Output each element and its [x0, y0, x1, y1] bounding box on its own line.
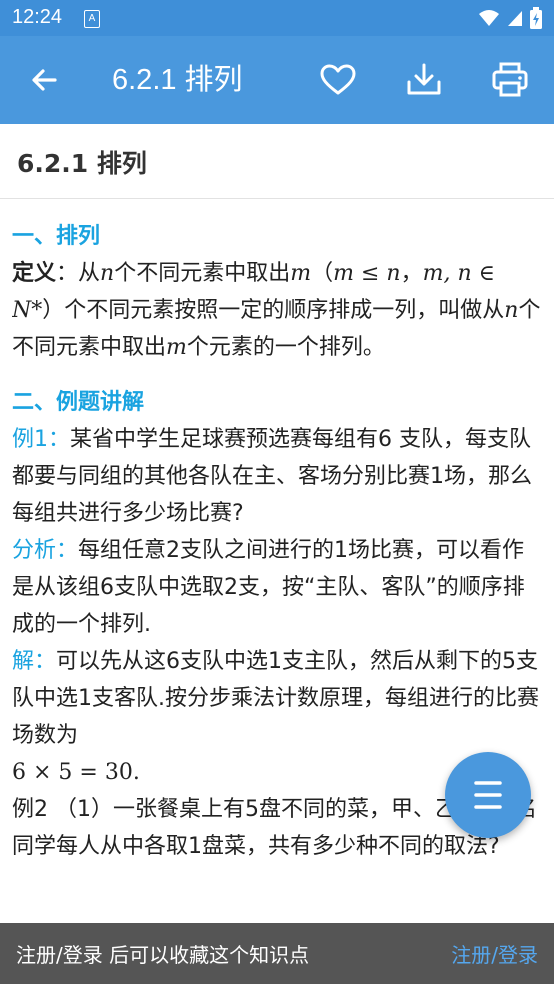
math-m-le-n: m ≤ n: [333, 261, 401, 286]
math-n-2: n: [504, 298, 519, 323]
menu-list-icon: [474, 781, 502, 809]
definition-colon: ：: [56, 261, 79, 286]
page-title: 6.2.1 排列: [17, 149, 147, 178]
definition-text-2: 个不同元素中取出: [114, 261, 291, 286]
app-bar-title: 6.2.1 排列: [112, 64, 243, 96]
definition-text-5: ）个不同元素按照一定的顺序排成一列，叫做从: [42, 298, 505, 323]
section-heading-permutation: 一、排列: [12, 224, 101, 249]
solution-text: 可以先从这6支队中选1支主队，然后从剩下的5支队中选1支客队.按分步乘法计数原理…: [12, 649, 539, 748]
analysis-paragraph: 分析：每组任意2支队之间进行的1场比赛，可以看作是从该组6支队中选取2支，按“主…: [12, 532, 542, 643]
example1-paragraph: 例1：某省中学生足球赛预选赛每组有6 支队，每支队都要与同组的其他各队在主、客场…: [12, 421, 542, 532]
signal-icon: [508, 11, 522, 26]
login-prompt-bar: 注册/登录 后可以收藏这个知识点 注册/登录: [0, 923, 554, 984]
analysis-label: 分析：: [12, 538, 79, 563]
menu-fab[interactable]: [445, 752, 531, 838]
example1-text: 某省中学生足球赛预选赛每组有6 支队，每支队都要与同组的其他各队在主、客场分别比…: [12, 427, 532, 526]
analysis-text: 每组任意2支队之间进行的1场比赛，可以看作是从该组6支队中选取2支，按“主队、客…: [12, 538, 525, 637]
battery-icon: [530, 7, 542, 29]
section-heading-examples: 二、例题讲解: [12, 390, 145, 415]
status-bar: 12:24 A: [0, 0, 554, 36]
status-time: 12:24: [12, 6, 63, 28]
download-icon[interactable]: [404, 60, 444, 100]
wifi-icon: [479, 10, 499, 26]
math-m-2: m: [166, 335, 187, 360]
print-icon[interactable]: [490, 60, 530, 100]
definition-label: 定义: [12, 261, 57, 286]
login-prompt-message: 注册/登录 后可以收藏这个知识点: [16, 943, 310, 967]
favorite-heart-icon[interactable]: [318, 60, 358, 100]
solution-paragraph: 解：可以先从这6支队中选1支主队，然后从剩下的5支队中选1支客队.按分步乘法计数…: [12, 643, 542, 754]
example1-label: 例1：: [12, 427, 70, 452]
solution-label: 解：: [12, 649, 57, 674]
definition-text-7: 个元素的一个排列。: [186, 335, 385, 360]
system-icons: [478, 7, 542, 29]
page-title-bar: 6.2.1 排列: [0, 124, 554, 199]
back-arrow-icon[interactable]: [24, 60, 64, 100]
app-bar: 6.2.1 排列: [0, 36, 554, 124]
definition-text-3: （: [311, 261, 334, 286]
definition-text-4: ，: [400, 261, 423, 286]
math-m: m: [290, 261, 312, 286]
notification-icon: A: [84, 10, 100, 28]
definition-text-1: 从: [78, 261, 101, 286]
definition-paragraph: 定义：从n个不同元素中取出m（m ≤ n，m, n ∈ N*）个不同元素按照一定…: [12, 255, 542, 366]
math-n: n: [100, 261, 115, 286]
register-login-link[interactable]: 注册/登录: [451, 939, 538, 968]
